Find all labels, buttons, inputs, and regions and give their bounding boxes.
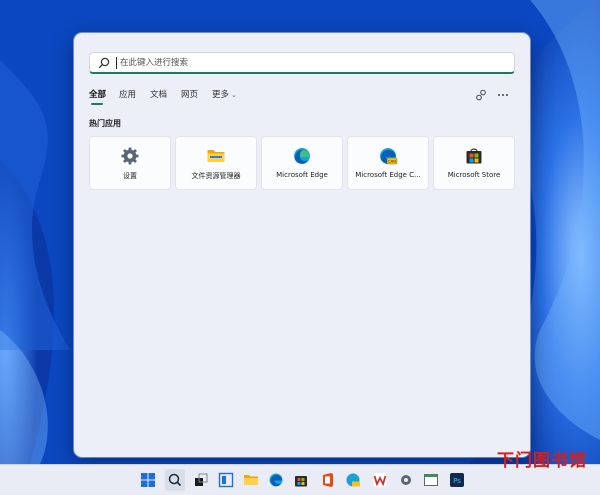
app-tile-label: Microsoft Edge [276,171,328,179]
widgets-icon[interactable] [218,472,234,488]
edge-icon [294,148,310,164]
tab-label: 网页 [181,90,199,100]
app-tile-label: Microsoft Edge C... [355,171,421,179]
svg-text:Ps: Ps [453,477,461,485]
app-tile-label: Microsoft Store [447,171,501,179]
chevron-down-icon: ⌄ [231,91,237,99]
edge-canary-icon: CAN [380,148,398,165]
gear-icon [121,147,139,165]
app-tile-edge-canary[interactable]: CAN Microsoft Edge C... [347,136,429,190]
section-title: 热门应用 [89,119,121,128]
tab-apps[interactable]: 应用 [119,89,136,101]
edge-taskbar-icon[interactable] [268,472,284,488]
start-search-panel: 在此键入进行搜索 全部 应用 文档 网页 更多 ⌄ 热门应用 设置 文件资源管理… [74,33,530,457]
app-tile-settings[interactable]: 设置 [89,136,171,190]
share-accounts-icon[interactable] [474,88,488,102]
store-taskbar-icon[interactable] [293,472,309,488]
svg-text:CAN: CAN [388,160,396,164]
active-tab-indicator [91,103,103,105]
edge-canary-taskbar-icon[interactable] [345,472,361,488]
task-view-icon[interactable] [193,472,209,488]
text-caret [116,57,117,69]
store-icon [466,148,482,164]
file-explorer-taskbar-icon[interactable] [243,472,259,488]
app-window-icon[interactable] [423,472,439,488]
tab-all[interactable]: 全部 [89,89,107,105]
wps-icon[interactable] [372,472,388,488]
more-options-icon[interactable] [496,88,510,102]
taskbar-search-icon[interactable] [165,469,185,491]
search-placeholder: 在此键入进行搜索 [120,58,189,68]
photoshop-icon[interactable]: Ps [449,472,465,488]
app-tile-label: 文件资源管理器 [191,172,241,180]
site-watermark: 下门图书馆 [497,451,587,471]
search-box[interactable]: 在此键入进行搜索 [89,52,515,74]
search-icon [98,57,110,69]
tab-label: 更多 [212,90,230,100]
app-tile-file-explorer[interactable]: 文件资源管理器 [175,136,257,190]
app-tile-label: 设置 [123,172,137,180]
tab-web[interactable]: 网页 [181,89,198,101]
tab-documents[interactable]: 文档 [150,89,167,101]
tab-label: 应用 [119,90,137,100]
tab-more[interactable]: 更多 ⌄ [212,89,237,101]
office-icon[interactable] [320,472,336,488]
settings-taskbar-icon[interactable] [398,472,414,488]
app-tile-store[interactable]: Microsoft Store [433,136,515,190]
app-tile-edge[interactable]: Microsoft Edge [261,136,343,190]
tab-label: 全部 [89,90,107,100]
folder-icon [207,150,225,162]
tab-label: 文档 [150,90,168,100]
start-windows-icon[interactable] [140,472,156,488]
